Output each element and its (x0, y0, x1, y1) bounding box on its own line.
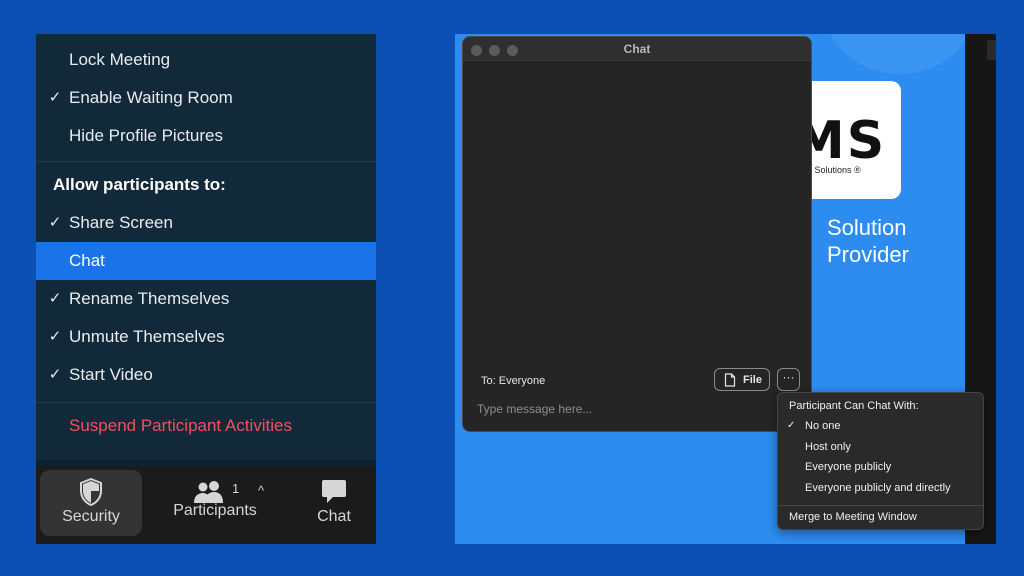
menu-item-label: Start Video (69, 365, 153, 384)
security-button[interactable]: Security (40, 470, 142, 536)
participants-label: Participants (173, 502, 257, 519)
side-tab[interactable] (987, 40, 996, 60)
option-no-one[interactable]: ✓ No one (778, 416, 983, 436)
menu-item-label: Share Screen (69, 213, 173, 232)
chevron-up-icon[interactable]: ^ (258, 483, 264, 498)
checkmark-icon: ✓ (48, 328, 62, 345)
menu-divider (778, 505, 983, 506)
meeting-toolbar: Security 1 ^ Participants Chat (36, 466, 376, 544)
checkmark-icon: ✓ (48, 214, 62, 231)
menu-item-unmute-themselves[interactable]: ✓ Unmute Themselves (36, 318, 376, 356)
merge-to-meeting-window-option[interactable]: Merge to Meeting Window (789, 511, 917, 523)
participants-button[interactable]: 1 ^ Participants (160, 470, 270, 536)
checkmark-icon: ✓ (48, 366, 62, 383)
menu-item-lock-meeting[interactable]: Lock Meeting (36, 41, 376, 79)
provider-line-2: Provider (827, 242, 909, 267)
people-icon (194, 481, 223, 503)
checkmark-icon: ✓ (787, 420, 796, 431)
checkmark-icon: ✓ (48, 89, 62, 106)
file-button-label: File (743, 374, 762, 386)
menu-item-label: Unmute Themselves (69, 327, 225, 346)
menu-item-label: Rename Themselves (69, 289, 230, 308)
chat-window: Chat To: Everyone File ··· (462, 36, 812, 432)
menu-item-chat[interactable]: Chat (36, 242, 376, 280)
chat-bubble-icon (322, 480, 346, 503)
recipient-selector[interactable]: To: Everyone (481, 375, 545, 387)
menu-divider (36, 402, 376, 403)
menu-item-label: Lock Meeting (69, 50, 171, 69)
security-menu: Lock Meeting ✓ Enable Waiting Room Hide … (36, 34, 376, 460)
allow-participants-heading: Allow participants to: (53, 175, 226, 194)
participants-count: 1 (232, 481, 240, 496)
chat-titlebar[interactable]: Chat (463, 37, 811, 63)
chat-permissions-heading: Participant Can Chat With: (789, 400, 919, 412)
security-label: Security (62, 508, 120, 525)
chat-window-title: Chat (623, 42, 651, 56)
option-everyone-publicly-and-directly[interactable]: Everyone publicly and directly (778, 478, 983, 498)
chat-button[interactable]: Chat (306, 470, 362, 536)
chat-label: Chat (317, 508, 351, 525)
message-input[interactable] (477, 397, 777, 421)
menu-item-label: Chat (69, 251, 105, 270)
file-icon (724, 373, 736, 387)
provider-text: Solution Provider (827, 214, 909, 268)
menu-item-share-screen[interactable]: ✓ Share Screen (36, 204, 376, 242)
menu-divider (36, 161, 376, 162)
menu-item-suspend-participant-activities[interactable]: Suspend Participant Activities (36, 407, 376, 445)
option-everyone-publicly[interactable]: Everyone publicly (778, 457, 983, 477)
menu-item-label: Suspend Participant Activities (69, 416, 293, 435)
shield-icon (80, 478, 102, 506)
menu-item-label: Enable Waiting Room (69, 88, 233, 107)
meeting-view: MS edia Solutions ® Solution Provider Ch… (455, 34, 996, 544)
decorative-circle (825, 34, 975, 74)
menu-item-rename-themselves[interactable]: ✓ Rename Themselves (36, 280, 376, 318)
security-panel: Lock Meeting ✓ Enable Waiting Room Hide … (36, 34, 376, 544)
menu-item-start-video[interactable]: ✓ Start Video (36, 356, 376, 394)
menu-item-enable-waiting-room[interactable]: ✓ Enable Waiting Room (36, 79, 376, 117)
menu-item-label: Hide Profile Pictures (69, 126, 224, 145)
chat-permissions-menu: Participant Can Chat With: ✓ No one Host… (777, 392, 984, 530)
more-icon: ··· (782, 370, 795, 384)
option-label: Host only (805, 441, 851, 453)
more-options-button[interactable]: ··· (777, 368, 800, 391)
option-host-only[interactable]: Host only (778, 437, 983, 457)
file-button[interactable]: File (714, 368, 770, 391)
menu-item-hide-profile-pictures[interactable]: Hide Profile Pictures (36, 117, 376, 155)
option-label: Everyone publicly (805, 461, 892, 473)
option-label: No one (805, 420, 841, 432)
checkmark-icon: ✓ (48, 290, 62, 307)
option-label: Everyone publicly and directly (805, 482, 951, 494)
provider-line-1: Solution (827, 215, 907, 240)
